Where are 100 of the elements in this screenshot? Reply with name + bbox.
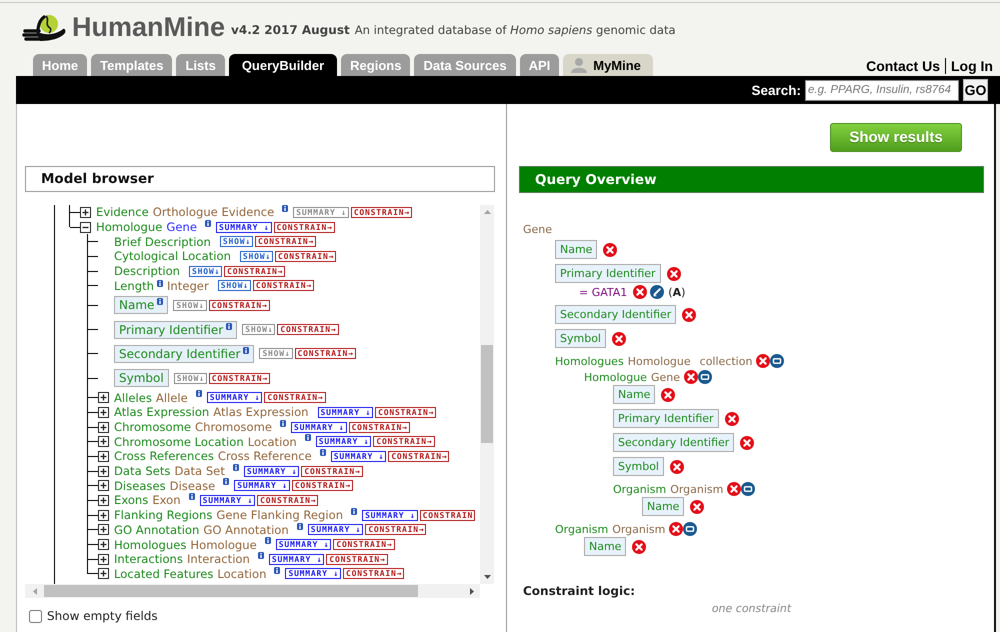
- constrain-button[interactable]: CONSTRAIN→: [292, 480, 353, 492]
- vertical-scrollbar[interactable]: [480, 205, 494, 584]
- close-icon[interactable]: [612, 332, 626, 346]
- constrain-button[interactable]: CONSTRAIN→: [294, 348, 356, 360]
- constrain-button[interactable]: CONSTRAIN→: [208, 300, 270, 311]
- info-icon[interactable]: [304, 434, 311, 442]
- go-button[interactable]: GO: [963, 79, 988, 101]
- constrain-button[interactable]: CONSTRAIN→: [388, 450, 450, 462]
- constrain-button[interactable]: CONSTRAIN→: [365, 524, 426, 536]
- close-icon[interactable]: [690, 500, 704, 514]
- summary-button[interactable]: SUMMARY ↓: [362, 510, 418, 521]
- plus-icon[interactable]: [98, 494, 109, 506]
- plus-icon[interactable]: [98, 406, 109, 418]
- constrain-button[interactable]: CONSTRAIN→: [348, 422, 410, 433]
- checkbox[interactable]: [29, 610, 42, 622]
- info-icon[interactable]: [223, 478, 230, 486]
- plus-icon[interactable]: [98, 568, 109, 580]
- info-icon[interactable]: [204, 220, 211, 227]
- close-icon[interactable]: [661, 388, 676, 402]
- constrain-button[interactable]: CONSTRAIN→: [274, 222, 335, 233]
- constrain-button[interactable]: CONSTRAIN→: [301, 466, 363, 477]
- plus-icon[interactable]: [98, 392, 109, 404]
- summary-button[interactable]: SUMMARY ↓: [244, 466, 300, 477]
- info-icon[interactable]: [243, 346, 250, 354]
- constrain-button[interactable]: CONSTRAIN→: [275, 250, 336, 262]
- constrain-button[interactable]: CONSTRAIN→: [257, 494, 318, 506]
- info-icon[interactable]: [282, 205, 288, 212]
- constrain-button[interactable]: CONSTRAIN→: [224, 266, 286, 277]
- minus-icon[interactable]: [80, 222, 91, 233]
- close-icon[interactable]: [670, 460, 684, 474]
- scrollbar-thumb[interactable]: [481, 345, 493, 443]
- close-icon[interactable]: [603, 242, 618, 256]
- close-icon[interactable]: [740, 436, 754, 450]
- plus-icon[interactable]: [98, 422, 109, 433]
- search-field[interactable]: e.g. PPARG, Insulin, rs8764: [805, 80, 959, 100]
- summary-button[interactable]: SUMMARY ↓: [330, 450, 386, 462]
- plus-icon[interactable]: [98, 480, 109, 492]
- info-icon[interactable]: [196, 390, 202, 398]
- close-icon[interactable]: [727, 482, 742, 496]
- plus-icon[interactable]: [98, 510, 109, 521]
- header-link[interactable]: Log In: [951, 58, 993, 74]
- info-icon[interactable]: [157, 280, 163, 287]
- info-icon[interactable]: [280, 420, 286, 427]
- constrain-button[interactable]: CONSTRAIN→: [326, 554, 388, 565]
- nav-tab[interactable]: QueryBuilder: [228, 54, 338, 76]
- summary-button[interactable]: SUMMARY ↓: [206, 392, 262, 404]
- close-icon[interactable]: [666, 266, 681, 280]
- info-icon[interactable]: [351, 508, 358, 515]
- constrain-button[interactable]: CONSTRAIN→: [252, 280, 314, 292]
- show-button[interactable]: SHOW↓: [218, 280, 251, 292]
- close-icon[interactable]: [632, 540, 646, 554]
- plus-icon[interactable]: [98, 554, 109, 565]
- close-icon[interactable]: [682, 308, 696, 322]
- info-icon[interactable]: [232, 464, 239, 471]
- scrollbar-thumb[interactable]: [44, 585, 418, 597]
- close-icon[interactable]: [756, 354, 770, 368]
- close-icon[interactable]: [684, 370, 698, 384]
- summary-button[interactable]: SUMMARY ↓: [268, 554, 324, 565]
- caret-down-icon[interactable]: [484, 575, 490, 579]
- plus-icon[interactable]: [98, 450, 109, 462]
- close-icon[interactable]: [669, 522, 684, 536]
- plus-icon[interactable]: [98, 466, 109, 477]
- show-button[interactable]: SHOW↓: [240, 250, 274, 262]
- summary-button[interactable]: SUMMARY ↓: [316, 436, 372, 448]
- summary-button[interactable]: SUMMARY ↓: [216, 222, 272, 233]
- constrain-button[interactable]: CONSTRAIN→: [333, 539, 394, 550]
- constrain-button[interactable]: CONSTRAIN→: [373, 436, 434, 448]
- info-icon[interactable]: [226, 322, 232, 330]
- constrain-button[interactable]: CONSTRAIN→: [350, 206, 412, 218]
- info-icon[interactable]: [264, 537, 271, 544]
- caret-right-icon[interactable]: [470, 588, 474, 594]
- plus-icon[interactable]: [80, 206, 91, 218]
- plus-icon[interactable]: [98, 539, 109, 550]
- show-button[interactable]: SHOW↓: [189, 266, 222, 277]
- close-icon[interactable]: [724, 412, 739, 426]
- show-button[interactable]: SHOW↓: [220, 236, 253, 248]
- plus-icon[interactable]: [98, 436, 109, 448]
- info-icon[interactable]: [188, 493, 195, 500]
- summary-button[interactable]: SUMMARY ↓: [200, 494, 256, 506]
- constrain-button[interactable]: CONSTRAIN→: [343, 568, 404, 580]
- pencil-icon[interactable]: [650, 285, 664, 299]
- summary-button[interactable]: SUMMARY ↓: [291, 422, 347, 433]
- constrain-button[interactable]: CONSTRAIN→: [277, 324, 339, 336]
- plus-icon[interactable]: [98, 524, 109, 536]
- constrain-button[interactable]: CONSTRAIN→: [375, 406, 436, 418]
- summary-button[interactable]: SUMMARY ↓: [276, 539, 332, 550]
- summary-button[interactable]: SUMMARY ↓: [308, 524, 364, 536]
- info-icon[interactable]: [274, 566, 280, 574]
- info-icon[interactable]: [320, 449, 326, 456]
- summary-button[interactable]: SUMMARY ↓: [285, 568, 342, 580]
- constrain-button[interactable]: CONSTRAIN: [420, 510, 476, 521]
- nav-tab[interactable]: MyMine: [563, 54, 653, 76]
- info-icon[interactable]: [296, 522, 303, 530]
- constrain-button[interactable]: CONSTRAIN→: [254, 236, 316, 248]
- constrain-button[interactable]: CONSTRAIN→: [208, 372, 270, 384]
- close-icon[interactable]: [633, 285, 648, 299]
- summary-button[interactable]: SUMMARY ↓: [318, 406, 374, 418]
- info-icon[interactable]: [258, 552, 264, 559]
- summary-button[interactable]: SUMMARY ↓: [234, 480, 290, 492]
- constrain-button[interactable]: CONSTRAIN→: [264, 392, 326, 404]
